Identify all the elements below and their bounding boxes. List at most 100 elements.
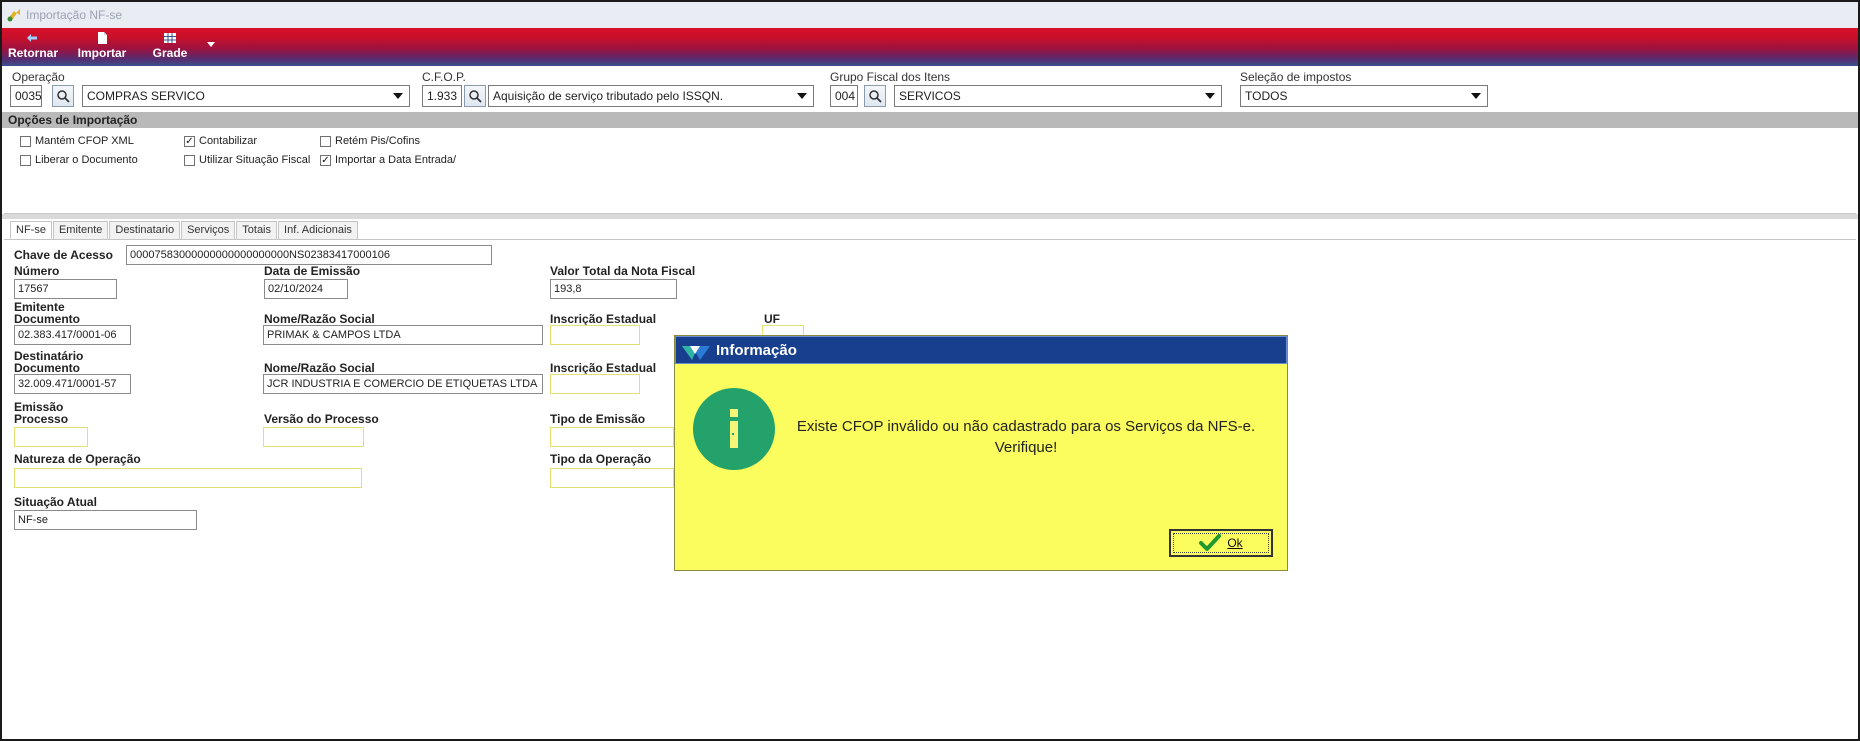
toolbar: Retornar Importar Grade: [2, 28, 1858, 66]
dest-nome-label: Nome/Razão Social: [264, 361, 375, 375]
grade-button[interactable]: Grade: [148, 28, 192, 66]
app-icon: [7, 9, 20, 22]
checkbox-box[interactable]: ✓: [320, 154, 331, 166]
processo-label: Processo: [14, 412, 69, 426]
tipo-emissao-label: Tipo de Emissão: [550, 412, 646, 426]
grupo-code-input[interactable]: 004: [830, 85, 858, 107]
emit-uf-label: UF: [764, 312, 780, 326]
data-emissao-input[interactable]: 02/10/2024: [264, 279, 348, 299]
retornar-label: Retornar: [8, 46, 59, 60]
processo-input[interactable]: [14, 427, 88, 447]
filter-row: Operação 0035 COMPRAS SERVICO C.F.O.P. 1…: [2, 66, 1858, 112]
emit-ie-label: Inscrição Estadual: [550, 312, 657, 326]
grupo-search-button[interactable]: [864, 85, 886, 107]
data-emissao-label: Data de Emissão: [264, 264, 361, 278]
tipo-emissao-input[interactable]: [550, 427, 674, 447]
dest-nome-input[interactable]: JCR INDUSTRIA E COMERCIO DE ETIQUETAS LT…: [263, 374, 543, 394]
chave-label: Chave de Acesso: [14, 248, 113, 262]
impostos-select[interactable]: TODOS: [1240, 85, 1488, 107]
versao-processo-input[interactable]: [263, 427, 364, 447]
emit-ie-input[interactable]: [550, 325, 640, 345]
operacao-label: Operação: [12, 70, 65, 84]
checkbox-contabilizar[interactable]: ✓ Contabilizar: [184, 135, 257, 147]
checkbox-situacao-fiscal[interactable]: Utilizar Situação Fiscal: [184, 154, 310, 166]
return-icon: [27, 34, 37, 42]
numero-input[interactable]: 17567: [14, 279, 117, 299]
dialog-message-line2: Verifique!: [994, 439, 1058, 456]
tab-destinatario[interactable]: Destinatario: [109, 221, 181, 239]
checkbox-box[interactable]: [184, 154, 195, 166]
natureza-operacao-label: Natureza de Operação: [14, 452, 141, 466]
dest-documento-label: Documento: [14, 361, 80, 375]
emit-documento-input[interactable]: 02.383.417/0001-06: [14, 325, 131, 345]
dest-documento-input[interactable]: 32.009.471/0001-57: [14, 374, 131, 394]
ok-button[interactable]: Ok: [1169, 529, 1273, 557]
grade-label: Grade: [152, 46, 188, 60]
valor-total-input[interactable]: 193,8: [550, 279, 677, 299]
checkbox-label: Liberar o Documento: [35, 154, 138, 166]
tipo-operacao-label: Tipo da Operação: [550, 452, 652, 466]
versao-processo-label: Versão do Processo: [264, 412, 379, 426]
impostos-select-value: TODOS: [1245, 89, 1288, 103]
tab-strip: NF-se Emitente Destinatario Serviços Tot…: [10, 221, 359, 239]
chevron-down-icon: [1205, 93, 1215, 99]
checkbox-label: Contabilizar: [199, 135, 258, 147]
checkbox-box[interactable]: [20, 154, 31, 166]
toolbar-dropdown-icon[interactable]: [207, 42, 215, 47]
tab-inf-adicionais[interactable]: Inf. Adicionais: [278, 221, 358, 239]
opcoes-header: Opções de Importação: [2, 112, 1858, 128]
dialog-message-line1: Existe CFOP inválido ou não cadastrado p…: [796, 418, 1256, 435]
info-glyph: [730, 409, 738, 448]
tab-divider: [4, 239, 1856, 240]
importar-button[interactable]: Importar: [74, 28, 130, 66]
checkbox-box[interactable]: [320, 135, 331, 147]
checkbox-retem-pis[interactable]: Retém Pis/Cofins: [320, 135, 420, 147]
checkbox-label: Mantém CFOP XML: [35, 135, 134, 147]
document-icon: [98, 32, 107, 44]
cfop-select[interactable]: Aquisição de serviço tributado pelo ISSQ…: [488, 85, 814, 107]
tab-totais[interactable]: Totais: [236, 221, 278, 239]
chevron-down-icon: [1471, 93, 1481, 99]
checkbox-liberar-documento[interactable]: Liberar o Documento: [20, 154, 138, 166]
retornar-button[interactable]: Retornar: [8, 28, 59, 66]
cfop-label: C.F.O.P.: [422, 70, 466, 84]
dialog-title-bar[interactable]: Informação: [675, 336, 1287, 364]
grid-icon: [164, 33, 176, 43]
checkbox-importar-data[interactable]: ✓ Importar a Data Entrada/: [320, 154, 456, 166]
app-window: Importação NF-se Retornar Importar Grade: [0, 0, 1860, 741]
cfop-code-input[interactable]: 1.933: [422, 85, 462, 107]
opcoes-panel: Mantém CFOP XML Liberar o Documento ✓ Co…: [4, 128, 1856, 214]
checkbox-mantem-cfop[interactable]: Mantém CFOP XML: [20, 135, 134, 147]
emit-nome-input[interactable]: PRIMAK & CAMPOS LTDA: [263, 325, 543, 345]
dialog-title: Informação: [716, 342, 797, 359]
chave-input[interactable]: 00007583000000000000000000NS023834170001…: [126, 245, 492, 265]
situacao-atual-input[interactable]: NF-se: [14, 510, 197, 530]
checkbox-label: Retém Pis/Cofins: [335, 135, 420, 147]
dialog-message: Existe CFOP inválido ou não cadastrado p…: [791, 416, 1261, 458]
grupo-select-value: SERVICOS: [899, 89, 961, 103]
operacao-select[interactable]: COMPRAS SERVICO: [82, 85, 410, 107]
title-bar: Importação NF-se: [2, 2, 1858, 28]
tab-nfse[interactable]: NF-se: [10, 221, 52, 239]
grupo-select[interactable]: SERVICOS: [894, 85, 1222, 107]
dest-ie-input[interactable]: [550, 374, 640, 394]
cfop-search-button[interactable]: [464, 85, 486, 107]
situacao-atual-label: Situação Atual: [14, 495, 97, 509]
natureza-operacao-input[interactable]: [14, 468, 362, 488]
checkbox-box[interactable]: [20, 135, 31, 147]
opcoes-title: Opções de Importação: [8, 113, 138, 127]
grupo-label: Grupo Fiscal dos Itens: [830, 70, 951, 84]
operacao-search-button[interactable]: [52, 85, 74, 107]
app-logo-icon: [682, 346, 710, 360]
operacao-select-value: COMPRAS SERVICO: [87, 89, 205, 103]
tab-emitente[interactable]: Emitente: [52, 221, 109, 239]
splitter[interactable]: [2, 214, 1858, 219]
numero-label: Número: [14, 264, 60, 278]
checkbox-box[interactable]: ✓: [184, 135, 195, 147]
operacao-code-input[interactable]: 0035: [10, 85, 42, 107]
checkbox-label: Utilizar Situação Fiscal: [199, 154, 311, 166]
checkbox-label: Importar a Data Entrada/: [335, 154, 457, 166]
importar-label: Importar: [77, 46, 127, 60]
tab-servicos[interactable]: Serviços: [181, 221, 236, 239]
tipo-operacao-input[interactable]: [550, 468, 674, 488]
